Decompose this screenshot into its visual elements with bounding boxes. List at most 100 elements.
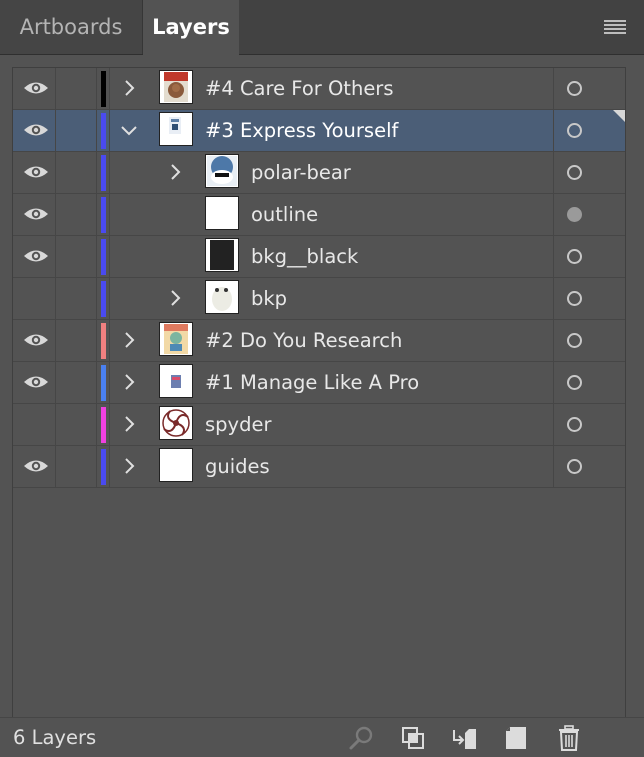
layer-name[interactable]: outline [251, 194, 318, 235]
lock-toggle[interactable] [56, 68, 97, 109]
create-new-layer-icon[interactable] [504, 725, 530, 751]
visibility-toggle[interactable] [13, 446, 56, 487]
lock-toggle[interactable] [56, 236, 97, 277]
visibility-toggle[interactable] [13, 194, 56, 235]
chevron-right-icon[interactable] [119, 372, 139, 392]
target-circle-icon[interactable] [567, 165, 582, 180]
hamburger-icon[interactable] [604, 20, 626, 34]
layer-row[interactable]: polar-bear [13, 152, 625, 194]
layer-thumbnail [205, 238, 239, 272]
lock-toggle[interactable] [56, 362, 97, 403]
chevron-right-icon[interactable] [119, 414, 139, 434]
target-circle-icon[interactable] [567, 291, 582, 306]
visibility-toggle[interactable] [13, 236, 56, 277]
target-circle-icon[interactable] [567, 375, 582, 390]
layer-name[interactable]: #1 Manage Like A Pro [205, 362, 419, 403]
eye-icon [23, 332, 49, 352]
layer-color-swatch [101, 197, 106, 233]
chevron-right-icon[interactable] [119, 456, 139, 476]
layer-color-swatch [101, 449, 106, 485]
layer-list: #4 Care For Others #3 Express Yourself pol… [12, 67, 626, 718]
layer-count: 6 Layers [13, 726, 97, 749]
chevron-right-icon[interactable] [119, 78, 139, 98]
target-circle-icon[interactable] [567, 333, 582, 348]
layer-color-swatch [101, 407, 106, 443]
tab-artboards[interactable]: Artboards [0, 0, 143, 54]
layer-row[interactable]: #2 Do You Research [13, 320, 625, 362]
layer-color-swatch [101, 323, 106, 359]
tab-bar: Artboards Layers [0, 0, 644, 55]
target-circle-icon[interactable] [567, 459, 582, 474]
create-sublayer-icon[interactable] [452, 725, 478, 751]
make-clipping-mask-icon[interactable] [400, 725, 426, 751]
eye-icon [23, 206, 49, 226]
target-circle-icon[interactable] [567, 207, 582, 222]
eye-icon [23, 248, 49, 268]
layer-name[interactable]: #3 Express Yourself [205, 110, 398, 151]
layer-thumbnail [205, 196, 239, 230]
layer-row[interactable]: guides [13, 446, 625, 488]
eye-icon [23, 374, 49, 394]
layer-row[interactable]: #1 Manage Like A Pro [13, 362, 625, 404]
target-circle-icon[interactable] [567, 81, 582, 96]
eye-icon [23, 164, 49, 184]
selection-indicator [613, 110, 625, 122]
tab-layers[interactable]: Layers [143, 0, 239, 55]
layer-name[interactable]: guides [205, 446, 270, 487]
layers-panel: Artboards Layers #4 Care For Others #3 Ex… [0, 0, 644, 757]
layer-thumbnail [159, 112, 193, 146]
lock-toggle[interactable] [56, 320, 97, 361]
layer-thumbnail [159, 364, 193, 398]
lock-toggle[interactable] [56, 110, 97, 151]
layer-color-swatch [101, 365, 106, 401]
visibility-toggle[interactable] [13, 278, 56, 319]
panel-footer: 6 Layers [0, 717, 644, 757]
layer-color-swatch [101, 281, 106, 317]
target-circle-icon[interactable] [567, 417, 582, 432]
layer-row[interactable]: bkp [13, 278, 625, 320]
visibility-toggle[interactable] [13, 404, 56, 445]
layer-row[interactable]: spyder [13, 404, 625, 446]
layer-thumbnail [159, 322, 193, 356]
layer-name[interactable]: bkp [251, 278, 287, 319]
visibility-toggle[interactable] [13, 362, 56, 403]
chevron-right-icon[interactable] [119, 330, 139, 350]
lock-toggle[interactable] [56, 152, 97, 193]
visibility-toggle[interactable] [13, 68, 56, 109]
locate-object-search-icon[interactable] [348, 725, 374, 751]
layer-name[interactable]: #4 Care For Others [205, 68, 394, 109]
layer-row[interactable]: outline [13, 194, 625, 236]
visibility-toggle[interactable] [13, 152, 56, 193]
lock-toggle[interactable] [56, 446, 97, 487]
layer-row[interactable]: #4 Care For Others [13, 68, 625, 110]
chevron-right-icon[interactable] [165, 162, 185, 182]
lock-toggle[interactable] [56, 278, 97, 319]
layer-color-swatch [101, 113, 106, 149]
layer-name[interactable]: spyder [205, 404, 271, 445]
eye-icon [23, 80, 49, 100]
lock-toggle[interactable] [56, 194, 97, 235]
target-circle-icon[interactable] [567, 123, 582, 138]
visibility-toggle[interactable] [13, 320, 56, 361]
layer-row[interactable]: bkg__black [13, 236, 625, 278]
layer-name[interactable]: #2 Do You Research [205, 320, 402, 361]
delete-trash-icon[interactable] [556, 725, 582, 751]
layer-thumbnail [159, 448, 193, 482]
target-circle-icon[interactable] [567, 249, 582, 264]
layer-thumbnail [159, 70, 193, 104]
layer-name[interactable]: polar-bear [251, 152, 351, 193]
layer-thumbnail [205, 154, 239, 188]
layer-color-swatch [101, 71, 106, 107]
layer-color-swatch [101, 155, 106, 191]
layer-name[interactable]: bkg__black [251, 236, 358, 277]
layer-thumbnail [159, 406, 193, 440]
layer-thumbnail [205, 280, 239, 314]
visibility-toggle[interactable] [13, 110, 56, 151]
lock-toggle[interactable] [56, 404, 97, 445]
chevron-right-icon[interactable] [165, 288, 185, 308]
eye-icon [23, 458, 49, 478]
eye-icon [23, 122, 49, 142]
layer-color-swatch [101, 239, 106, 275]
chevron-down-icon[interactable] [119, 120, 139, 140]
layer-row[interactable]: #3 Express Yourself [13, 110, 625, 152]
